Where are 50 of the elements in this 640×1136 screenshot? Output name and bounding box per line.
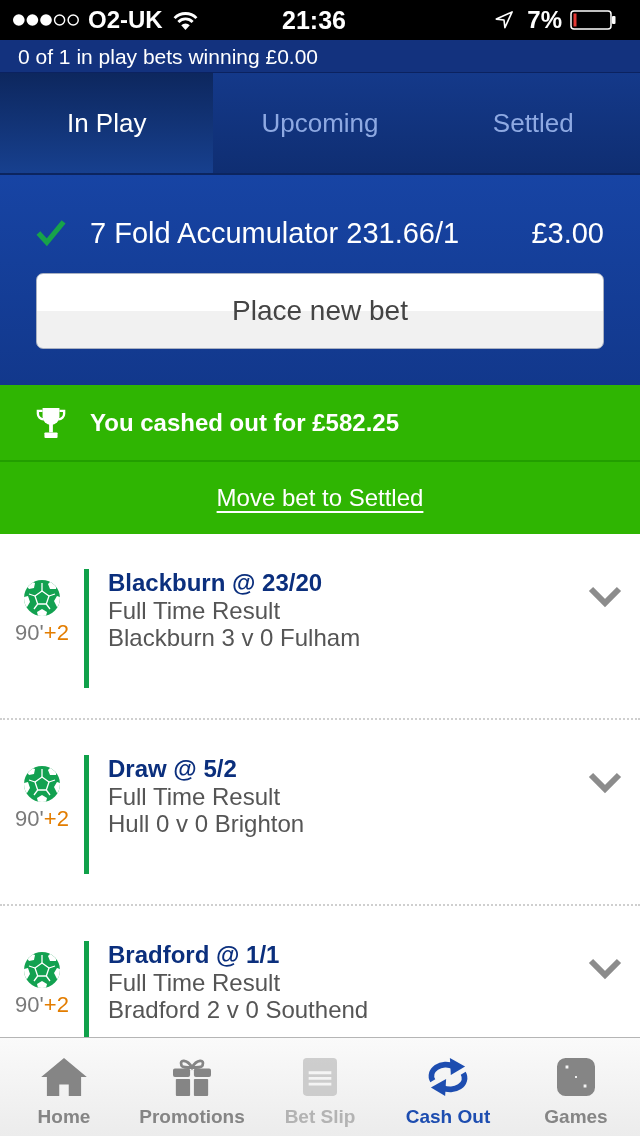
match-minute: 90' [15, 806, 44, 831]
market-name: Full Time Result [108, 597, 282, 624]
tab-bar-item[interactable]: Promotions [128, 1038, 256, 1136]
tab-bar-item[interactable]: Home [0, 1038, 128, 1136]
bet-filter-tab[interactable]: In Play [0, 73, 214, 173]
trophy-icon [36, 406, 66, 439]
document-icon [303, 1058, 337, 1096]
place-bet-button[interactable]: Place new bet [36, 273, 604, 349]
home-icon [41, 1058, 87, 1096]
battery-percent: 7% [527, 8, 562, 32]
match-minute: 90' [15, 620, 44, 645]
match-minute: 90' [15, 992, 44, 1017]
battery-icon [570, 10, 616, 30]
bet-filter-tab[interactable]: Upcoming [213, 73, 427, 173]
added-time: +2 [43, 806, 69, 831]
chevron-down-icon [588, 772, 622, 794]
carrier-name: O2-UK [88, 8, 163, 32]
chevron-down-icon [588, 586, 622, 608]
chevron-down-icon [588, 958, 622, 980]
cash-out-message: You cashed out for £582.25 [90, 410, 399, 435]
added-time: +2 [43, 620, 69, 645]
dice-icon [557, 1058, 595, 1096]
added-time: +2 [43, 992, 69, 1017]
selection-title: Bradford @ 1/1 [108, 941, 281, 969]
expand-button[interactable] [588, 772, 622, 794]
bet-title: 7 Fold Accumulator 231.66/1 [90, 218, 460, 248]
wifi-icon [172, 10, 198, 30]
move-bet-link[interactable]: Move bet to Settled [216, 486, 424, 510]
match-score: Blackburn 3 v 0 Fulham [108, 624, 361, 651]
clock-time: 21:36 [282, 7, 346, 33]
football-icon [24, 766, 60, 802]
arrows-cycle-icon [427, 1058, 469, 1096]
bet-stake: £3.00 [531, 218, 604, 248]
match-score: Bradford 2 v 0 Southend [108, 996, 369, 1023]
football-icon [24, 952, 60, 988]
expand-button[interactable] [588, 958, 622, 980]
bets-summary: 0 of 1 in play bets winning £0.00 [18, 45, 319, 67]
match-score: Hull 0 v 0 Brighton [108, 810, 305, 837]
expand-button[interactable] [588, 586, 622, 608]
signal-icon [12, 13, 80, 27]
market-name: Full Time Result [108, 783, 282, 810]
location-arrow-icon [495, 11, 514, 29]
bet-filter-tab[interactable]: Settled [426, 73, 640, 173]
selection-title: Draw @ 5/2 [108, 755, 238, 783]
market-name: Full Time Result [108, 969, 282, 996]
tab-bar-item[interactable]: Cash Out [384, 1038, 512, 1136]
football-icon [24, 580, 60, 616]
gift-icon [173, 1058, 211, 1096]
tab-bar-item[interactable]: Games [512, 1038, 640, 1136]
selection-title: Blackburn @ 23/20 [108, 569, 324, 597]
